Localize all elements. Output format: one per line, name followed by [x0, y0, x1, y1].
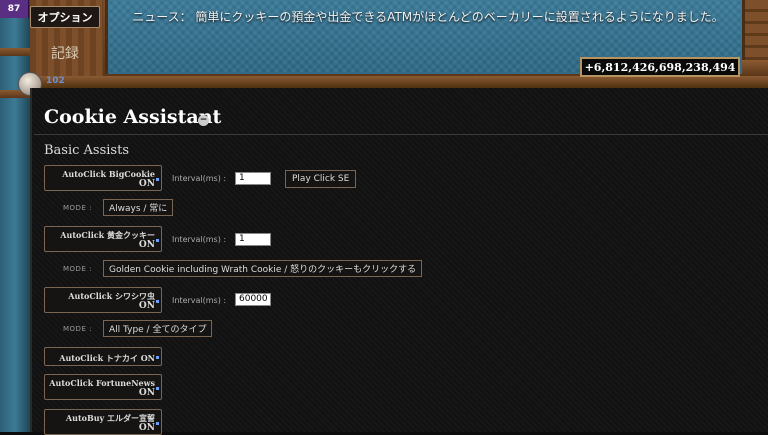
cookie-count: +6,812,426,698,238,494 [580, 57, 740, 77]
autoclick-reindeer-button[interactable]: AutoClick トナカイ ON [44, 347, 162, 366]
left-panel [0, 0, 30, 432]
collapse-icon[interactable]: − [198, 115, 209, 126]
page-title: Cookie Assistant [44, 106, 222, 128]
orb-counter: 102 [46, 76, 65, 86]
autoclick-wrinkler-button[interactable]: AutoClick シワシワ虫 ON [44, 287, 162, 313]
mode-label: MODE : [63, 265, 92, 273]
mode-select[interactable]: Always / 常に [103, 199, 174, 216]
level-badge: 87 [0, 0, 29, 18]
interval-label: Interval(ms) : [172, 174, 227, 183]
interval-label: Interval(ms) : [172, 235, 227, 244]
indicator-icon [156, 356, 159, 359]
indicator-icon [156, 239, 159, 242]
mode-label: MODE : [63, 204, 92, 212]
autoclick-bigcookie-button[interactable]: AutoClick BigCookie ON [44, 165, 162, 191]
option-state: ON [138, 301, 155, 311]
option-label: AutoClick FortuneNews [49, 378, 155, 388]
autobuy-elder-pledge-button[interactable]: AutoBuy エルダー宣誓 ON [44, 409, 162, 435]
option-label: AutoClick トナカイ ON [59, 353, 155, 363]
interval-input[interactable]: 1 [235, 172, 271, 185]
indicator-icon [156, 422, 159, 425]
news-text: ニュース： 簡単にクッキーの預金や出金できるATMがほとんどのベーカリーに設置さ… [132, 10, 724, 24]
stats-button[interactable]: 記録 [40, 42, 90, 64]
title-divider [34, 134, 768, 135]
wood-divider [0, 48, 30, 56]
interval-label: Interval(ms) : [172, 296, 227, 305]
count-frame-cap [742, 60, 768, 76]
play-click-se-button[interactable]: Play Click SE [285, 170, 357, 188]
interval-input[interactable]: 1 [235, 233, 271, 246]
autoclick-golden-cookie-button[interactable]: AutoClick 黄金クッキー ON [44, 226, 162, 252]
option-label: AutoClick BigCookie [62, 169, 155, 179]
mode-select[interactable]: All Type / 全てのタイプ [103, 320, 213, 337]
options-button[interactable]: オプション [30, 6, 100, 28]
cookie-assistant-panel: Cookie Assistant − Basic Assists AutoCli… [30, 88, 768, 435]
header-bottom-bar [30, 76, 768, 88]
interval-input[interactable]: 60000 [235, 293, 271, 306]
autoclick-fortunenews-button[interactable]: AutoClick FortuneNews ON [44, 374, 162, 400]
option-state: ON [138, 240, 155, 250]
option-state: ON [138, 179, 155, 189]
option-state: ON [138, 388, 155, 398]
mode-label: MODE : [63, 325, 92, 333]
section-heading: Basic Assists [44, 143, 130, 158]
indicator-icon [156, 178, 159, 181]
mode-select[interactable]: Golden Cookie including Wrath Cookie / 怒… [103, 260, 423, 277]
indicator-icon [156, 387, 159, 390]
indicator-icon [156, 300, 159, 303]
